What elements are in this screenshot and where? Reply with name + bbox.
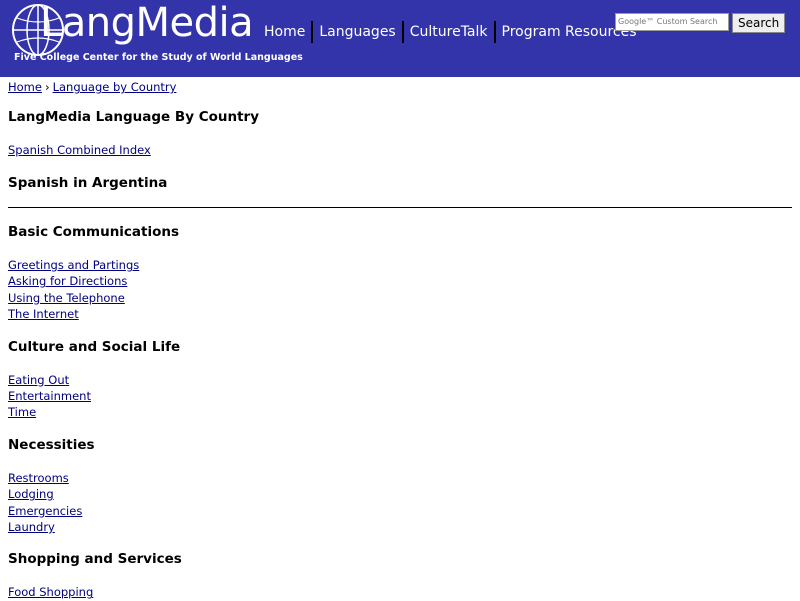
site-logo[interactable]: LangMedia Five College Center for the St…	[10, 0, 303, 68]
section-title: Basic Communications	[8, 224, 180, 240]
nav-languages[interactable]: Languages	[313, 21, 401, 43]
section-link[interactable]: Lodging	[8, 487, 54, 501]
divider	[8, 207, 792, 208]
breadcrumb-language-by-country[interactable]: Language by Country	[53, 80, 177, 94]
section-link[interactable]: The Internet	[8, 307, 79, 321]
list-item: Entertainment	[8, 388, 792, 404]
section-link-list: Greetings and Partings Asking for Directi…	[8, 257, 792, 323]
search-input[interactable]: Google™ Custom Search	[615, 13, 729, 31]
logo-title: LangMedia	[40, 0, 254, 46]
section-link-list: Restrooms Lodging Emergencies Laundry	[8, 470, 792, 536]
list-item: Laundry	[8, 519, 792, 535]
list-item: Lodging	[8, 486, 792, 502]
search-form: Google™ Custom Search Search	[615, 13, 786, 33]
section-link[interactable]: Using the Telephone	[8, 291, 125, 305]
logo-subtitle: Five College Center for the Study of Wor…	[14, 52, 303, 63]
section-link-list: Eating Out Entertainment Time	[8, 372, 792, 421]
main-content: Home › Language by Country LangMedia Langu…	[0, 79, 800, 601]
nav-culturetalk[interactable]: CultureTalk	[404, 21, 494, 43]
list-item: Restrooms	[8, 470, 792, 486]
section-link[interactable]: Asking for Directions	[8, 274, 127, 288]
list-item: Food Shopping	[8, 584, 792, 600]
breadcrumb-separator: ›	[44, 80, 50, 94]
list-item: Greetings and Partings	[8, 257, 792, 273]
list-item: Time	[8, 404, 792, 420]
nav-home[interactable]: Home	[258, 21, 311, 43]
search-button[interactable]: Search	[732, 13, 786, 33]
section-link[interactable]: Restrooms	[8, 471, 69, 485]
section-title: Shopping and Services	[8, 551, 182, 568]
section-title: Culture and Social Life	[8, 338, 181, 355]
section-link[interactable]: Entertainment	[8, 389, 91, 403]
list-item: Asking for Directions	[8, 273, 792, 289]
list-item: Eating Out	[8, 372, 792, 388]
list-item: Using the Telephone	[8, 290, 792, 306]
section-link[interactable]: Eating Out	[8, 373, 69, 387]
list-item: Emergencies	[8, 503, 792, 519]
section-link-list: Food Shopping	[8, 584, 792, 600]
breadcrumb-home[interactable]: Home	[8, 80, 42, 94]
breadcrumb: Home › Language by Country	[8, 79, 792, 95]
page-title: LangMedia Language By Country	[8, 109, 260, 125]
section-title: Necessities	[8, 436, 95, 453]
site-header: LangMedia Five College Center for the St…	[0, 0, 800, 77]
list-item: The Internet	[8, 306, 792, 322]
spanish-combined-index-link[interactable]: Spanish Combined Index	[8, 142, 792, 158]
section-link[interactable]: Emergencies	[8, 504, 82, 518]
main-nav: Home Languages CultureTalk Program Resou…	[258, 21, 643, 43]
section-link[interactable]: Laundry	[8, 520, 55, 534]
section-link[interactable]: Greetings and Partings	[8, 258, 139, 272]
section-link[interactable]: Time	[8, 405, 36, 419]
page-subtitle: Spanish in Argentina	[8, 175, 168, 191]
sections-container: Basic Communications Greetings and Partin…	[8, 224, 792, 601]
